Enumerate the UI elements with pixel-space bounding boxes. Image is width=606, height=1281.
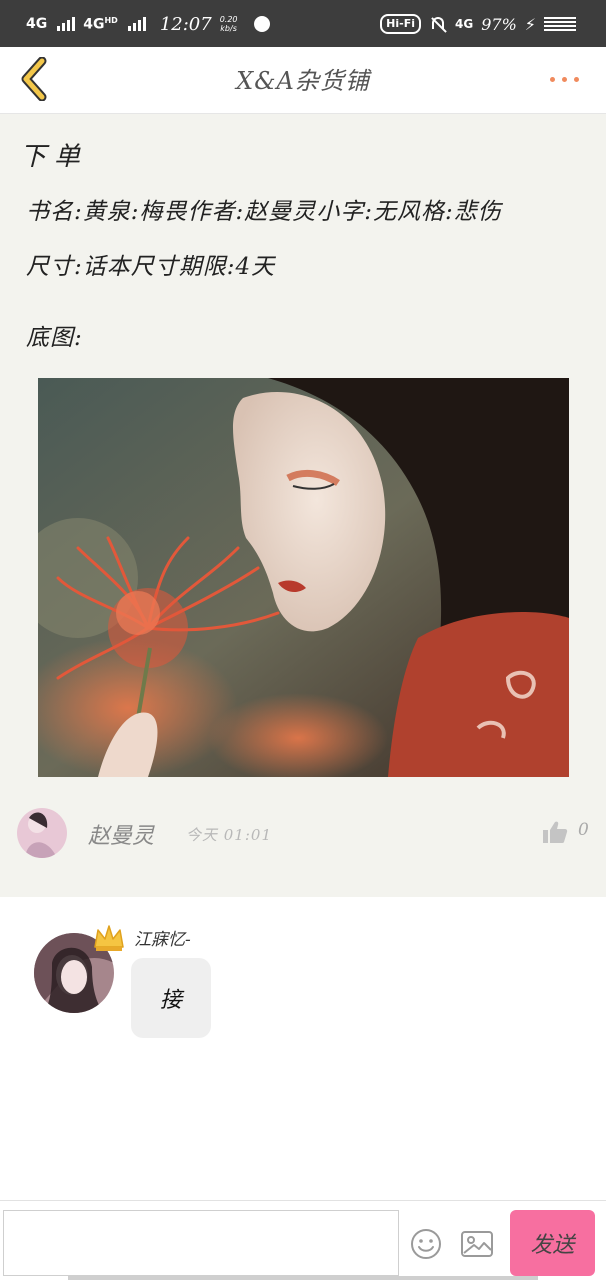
app-header: X&A杂货铺	[0, 47, 606, 114]
post-text-line: 尺寸:话本尺寸期限:4天	[26, 254, 276, 280]
comment-item: 江寐忆- 接	[0, 897, 606, 1197]
network-speed: 0.20 kb/s	[219, 15, 238, 33]
post-text-line: 底图:	[26, 325, 83, 351]
emoji-button[interactable]	[410, 1228, 442, 1260]
network-label-2: 4GHD	[83, 15, 118, 33]
clock: 12:07	[159, 13, 212, 35]
status-left: 4G 4GHD 12:07 0.20 kb/s	[26, 10, 270, 38]
like-count: 0	[578, 820, 589, 840]
network-label-3: 4G	[455, 17, 474, 31]
network-label-1: 4G	[26, 16, 48, 32]
hifi-badge: Hi-Fi	[380, 14, 421, 34]
image-icon	[461, 1231, 493, 1257]
post-card: 下单 书名:黄泉:梅畏作者:赵曼灵小字:无风格:悲伤 尺寸:话本尺寸期限:4天 …	[0, 114, 606, 897]
battery-level: 97%	[481, 14, 517, 34]
more-dots-icon	[549, 76, 555, 82]
send-button[interactable]: 发送	[510, 1210, 595, 1276]
signal-icon-2	[127, 17, 146, 31]
portrait-photo	[38, 378, 569, 777]
author-name[interactable]: 赵曼灵	[88, 818, 154, 850]
commenter-name[interactable]: 江寐忆-	[134, 925, 191, 950]
post-text-line: 书名:黄泉:梅畏作者:赵曼灵小字:无风格:悲伤	[26, 199, 502, 225]
more-dot	[561, 76, 567, 82]
post-timestamp: 今天 01:01	[186, 826, 272, 844]
more-dot	[573, 76, 579, 82]
avatar[interactable]	[17, 808, 67, 858]
status-right: Hi-Fi 4G 97% ⚡	[380, 10, 576, 38]
battery-bars-icon	[544, 17, 576, 31]
page-title: X&A杂货铺	[236, 67, 370, 95]
bell-muted-icon	[429, 15, 447, 33]
globe-icon	[253, 16, 270, 32]
post-image[interactable]	[38, 378, 569, 777]
like-button[interactable]: 0	[542, 820, 592, 848]
image-button[interactable]	[460, 1229, 494, 1259]
post-title: 下单	[20, 142, 89, 172]
message-composer: 发送	[0, 1200, 606, 1281]
author-avatar-image	[17, 808, 67, 858]
comment-bubble: 接	[131, 958, 211, 1038]
bolt-icon: ⚡	[524, 14, 536, 34]
more-button[interactable]	[542, 67, 586, 91]
status-bar: 4G 4GHD 12:07 0.20 kb/s Hi-Fi 4G 97% ⚡	[0, 0, 606, 47]
nav-indicator	[68, 1276, 538, 1280]
post-author-row: 赵曼灵 今天 01:01 0	[0, 806, 606, 862]
smiley-icon	[411, 1229, 441, 1259]
crown-icon	[94, 925, 124, 951]
thumbs-up-icon	[543, 821, 568, 843]
signal-icon-1	[57, 17, 76, 31]
message-input[interactable]	[3, 1210, 399, 1276]
